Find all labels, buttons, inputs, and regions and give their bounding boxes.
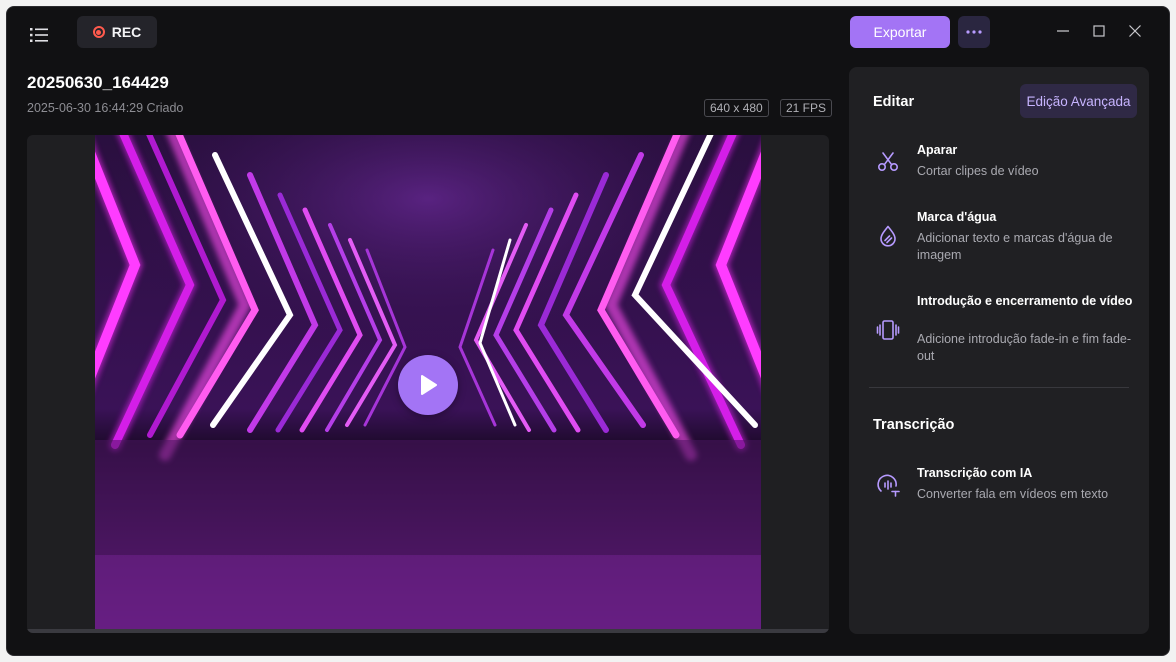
ai-transcription-desc: Converter fala em vídeos em texto: [917, 487, 1109, 501]
video-thumbnail: [95, 135, 761, 633]
ai-transcription-tool[interactable]: Transcrição com IA Converter fala em víd…: [849, 465, 1149, 505]
transcription-heading: Transcrição: [873, 417, 955, 433]
trim-title: Aparar: [917, 143, 958, 157]
play-icon: [421, 375, 437, 395]
playback-progress-bar[interactable]: [27, 629, 829, 633]
scissors-icon: [875, 149, 901, 175]
created-timestamp: 2025-06-30 16:44:29 Criado: [27, 101, 184, 115]
more-options-button[interactable]: [958, 16, 990, 48]
trim-tool[interactable]: Aparar Cortar clipes de vídeo: [849, 142, 1149, 182]
rec-button[interactable]: REC: [77, 16, 157, 48]
watermark-tool[interactable]: Marca d'água Adicionar texto e marcas d'…: [849, 209, 1149, 267]
play-button[interactable]: [398, 355, 458, 415]
more-dots-icon: [966, 30, 982, 34]
watermark-desc: Adicionar texto e marcas d'água de image…: [917, 231, 1113, 262]
watermark-drop-icon: [875, 223, 901, 249]
intro-outro-desc: Adicione introdução fade-in e fim fade-o…: [917, 332, 1132, 363]
maximize-button[interactable]: [1087, 19, 1111, 43]
trim-desc: Cortar clipes de vídeo: [917, 164, 1039, 178]
rec-label: REC: [111, 24, 142, 40]
resolution-badge: 640 x 480: [704, 99, 769, 117]
advanced-edit-button[interactable]: Edição Avançada: [1020, 84, 1137, 118]
maximize-icon: [1093, 25, 1105, 37]
close-button[interactable]: [1123, 19, 1147, 43]
minimize-icon: [1057, 30, 1069, 32]
intro-outro-icon: [875, 317, 901, 343]
list-menu-icon: [30, 28, 48, 42]
file-title: 20250630_164429: [27, 73, 169, 92]
menu-button[interactable]: [25, 21, 53, 49]
app-window: REC Exportar 20250630_164429 2025-06-30 …: [6, 6, 1170, 656]
ai-transcription-icon: [875, 472, 901, 498]
fps-badge: 21 FPS: [780, 99, 833, 117]
edit-panel: Editar Edição Avançada Aparar Cortar cli…: [849, 67, 1149, 634]
intro-outro-title: Introdução e encerramento de vídeo: [917, 294, 1133, 308]
export-button[interactable]: Exportar: [850, 16, 950, 48]
watermark-title: Marca d'água: [917, 210, 997, 224]
edit-heading: Editar: [873, 94, 915, 110]
video-preview: [27, 135, 829, 633]
close-icon: [1129, 25, 1141, 37]
intro-outro-tool[interactable]: Introdução e encerramento de vídeo Adici…: [849, 293, 1149, 367]
ai-transcription-title: Transcrição com IA: [917, 466, 1033, 480]
minimize-button[interactable]: [1051, 19, 1075, 43]
panel-divider: [869, 387, 1129, 388]
record-icon: [92, 26, 105, 38]
